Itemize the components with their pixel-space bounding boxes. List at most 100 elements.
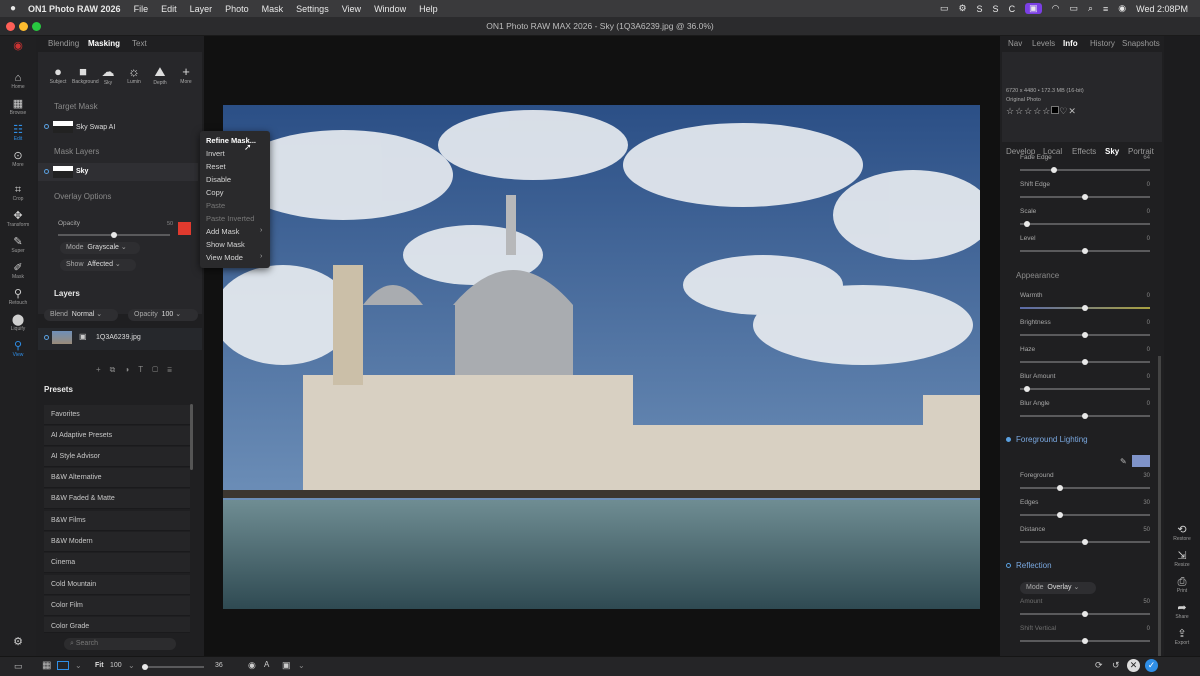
slider-knob[interactable]: [1082, 638, 1088, 644]
zoom-slider[interactable]: [142, 664, 204, 670]
target-mask-radio[interactable]: [44, 124, 49, 129]
target-mask-thumbnail[interactable]: [53, 121, 73, 133]
tab-snapshots[interactable]: Snapshots: [1122, 39, 1160, 48]
slider-knob[interactable]: [1082, 359, 1088, 365]
tab-sky[interactable]: Sky: [1105, 147, 1119, 156]
preset-item[interactable]: Color Grade: [44, 617, 190, 633]
adjustment-slider[interactable]: [1020, 386, 1150, 392]
app-menu[interactable]: ON1 Photo RAW 2026: [28, 4, 121, 14]
slider-knob[interactable]: [1023, 221, 1030, 227]
tool-super[interactable]: ✎ Super: [2, 236, 34, 254]
mask-sky-button[interactable]: ☁ Sky: [98, 64, 118, 86]
adjustment-slider[interactable]: [1020, 305, 1150, 311]
grid-view-icon[interactable]: ▦: [42, 660, 51, 671]
print-button[interactable]: ⎙ Print: [1166, 576, 1198, 594]
adjustment-slider[interactable]: [1020, 359, 1150, 365]
show-select[interactable]: Show Affected ⌄: [60, 259, 136, 271]
a-icon[interactable]: A: [264, 660, 269, 669]
menu-file[interactable]: File: [134, 4, 149, 14]
adjustment-slider[interactable]: [1020, 539, 1150, 545]
mask-layer-name[interactable]: Sky: [76, 168, 88, 175]
tool-view[interactable]: ⚲ View: [2, 340, 34, 358]
wifi-icon[interactable]: ◠: [1052, 3, 1060, 14]
adjustment-slider[interactable]: [1020, 332, 1150, 338]
mask-depth-button[interactable]: ⛰ Depth: [150, 64, 170, 86]
mode-select[interactable]: Mode Grayscale ⌄: [60, 242, 140, 254]
adjustment-slider[interactable]: [1020, 485, 1150, 491]
menu-window[interactable]: Window: [374, 4, 406, 14]
adjustment-slider[interactable]: [1020, 194, 1150, 200]
mask-layer-radio[interactable]: [44, 169, 49, 174]
compare-view-icon[interactable]: [57, 661, 69, 670]
adjustment-slider[interactable]: [1020, 512, 1150, 518]
mask-icon[interactable]: ▣: [79, 332, 87, 341]
sync-icon[interactable]: ⟳: [1095, 660, 1103, 671]
eyedropper-icon[interactable]: ✎: [1120, 457, 1127, 466]
zoom-window-button[interactable]: [32, 22, 41, 31]
preset-item[interactable]: AI Adaptive Presets: [44, 426, 190, 446]
restore-button[interactable]: ⟲ Restore: [1166, 524, 1198, 542]
menu-help[interactable]: Help: [419, 4, 438, 14]
menu-view-mode[interactable]: View Mode: [206, 253, 243, 262]
close-window-button[interactable]: [6, 22, 15, 31]
blend-select[interactable]: Blend Normal ⌄: [44, 309, 118, 321]
battery-icon[interactable]: ▭: [1069, 3, 1078, 14]
slider-knob[interactable]: [1057, 512, 1064, 518]
preset-item[interactable]: B&W Faded & Matte: [44, 489, 190, 509]
zoom-slider-knob[interactable]: [142, 664, 148, 670]
share-button[interactable]: ➦ Share: [1166, 602, 1198, 620]
s-app-icon[interactable]: S: [977, 4, 983, 14]
opacity-slider[interactable]: [58, 232, 170, 238]
layer-thumbnail[interactable]: [52, 331, 72, 344]
tab-text[interactable]: Text: [132, 39, 147, 48]
presets-scrollbar[interactable]: [190, 404, 193, 470]
slider-knob[interactable]: [1082, 194, 1088, 200]
cancel-button[interactable]: ✕: [1127, 659, 1140, 672]
menu-edit[interactable]: Edit: [161, 4, 177, 14]
c-app-icon[interactable]: C: [1009, 4, 1016, 14]
tab-blending[interactable]: Blending: [48, 39, 79, 48]
adjust-icon[interactable]: ◑: [124, 365, 138, 374]
tool-browse[interactable]: ▦ Browse: [2, 98, 34, 116]
tool-retouch[interactable]: ⚲ Retouch: [2, 288, 34, 306]
minimize-window-button[interactable]: [19, 22, 28, 31]
layer-visible-radio[interactable]: [44, 335, 49, 340]
adjustment-slider[interactable]: [1020, 167, 1150, 173]
presets-title[interactable]: Presets: [44, 385, 73, 394]
tool-crop[interactable]: ⌗ Crop: [2, 184, 34, 202]
text-icon[interactable]: T: [138, 365, 152, 374]
mask-layer-thumbnail[interactable]: [53, 166, 73, 178]
panel-toggle-icon[interactable]: ▭: [14, 661, 23, 672]
menu-invert[interactable]: Invert: [206, 149, 225, 158]
tab-history[interactable]: History: [1090, 39, 1115, 48]
layer-name[interactable]: 1Q3A6239.jpg: [96, 334, 141, 341]
slider-knob[interactable]: [1082, 248, 1088, 254]
slider-knob[interactable]: [1023, 386, 1030, 392]
tab-masking[interactable]: Masking: [88, 39, 120, 48]
undo-icon[interactable]: ↺: [1112, 660, 1120, 671]
target-mask-item[interactable]: Sky Swap AI: [76, 124, 115, 131]
menu-add-mask[interactable]: Add Mask: [206, 227, 239, 236]
eye-icon[interactable]: ◉: [248, 660, 256, 671]
mask-subject-button[interactable]: ● Subject: [48, 64, 68, 85]
settings-gear-icon[interactable]: ⚙: [2, 636, 34, 648]
slider-knob[interactable]: [1051, 167, 1057, 173]
reflection-section[interactable]: Reflection: [1016, 561, 1052, 570]
adjustment-slider[interactable]: [1020, 638, 1150, 644]
tab-effects[interactable]: Effects: [1072, 147, 1096, 156]
preset-item[interactable]: Cold Mountain: [44, 575, 190, 595]
opacity-slider-knob[interactable]: [111, 232, 117, 238]
foreground-lighting-toggle[interactable]: [1006, 437, 1011, 442]
adjustment-slider[interactable]: [1020, 413, 1150, 419]
screen-record-icon[interactable]: ▣: [1025, 3, 1042, 14]
page-icon[interactable]: ▢: [152, 365, 167, 374]
right-panel-scrollbar[interactable]: [1158, 356, 1161, 656]
layers-title[interactable]: Layers: [54, 289, 80, 298]
tool-mask[interactable]: ✐ Mask: [2, 262, 34, 280]
menu-mask[interactable]: Mask: [262, 4, 284, 14]
foreground-color-swatch[interactable]: [1132, 455, 1150, 467]
menu-photo[interactable]: Photo: [225, 4, 249, 14]
s-app-icon-2[interactable]: S: [993, 4, 999, 14]
user-icon[interactable]: ◉: [1118, 3, 1126, 14]
apple-icon[interactable]: ●: [10, 3, 16, 14]
